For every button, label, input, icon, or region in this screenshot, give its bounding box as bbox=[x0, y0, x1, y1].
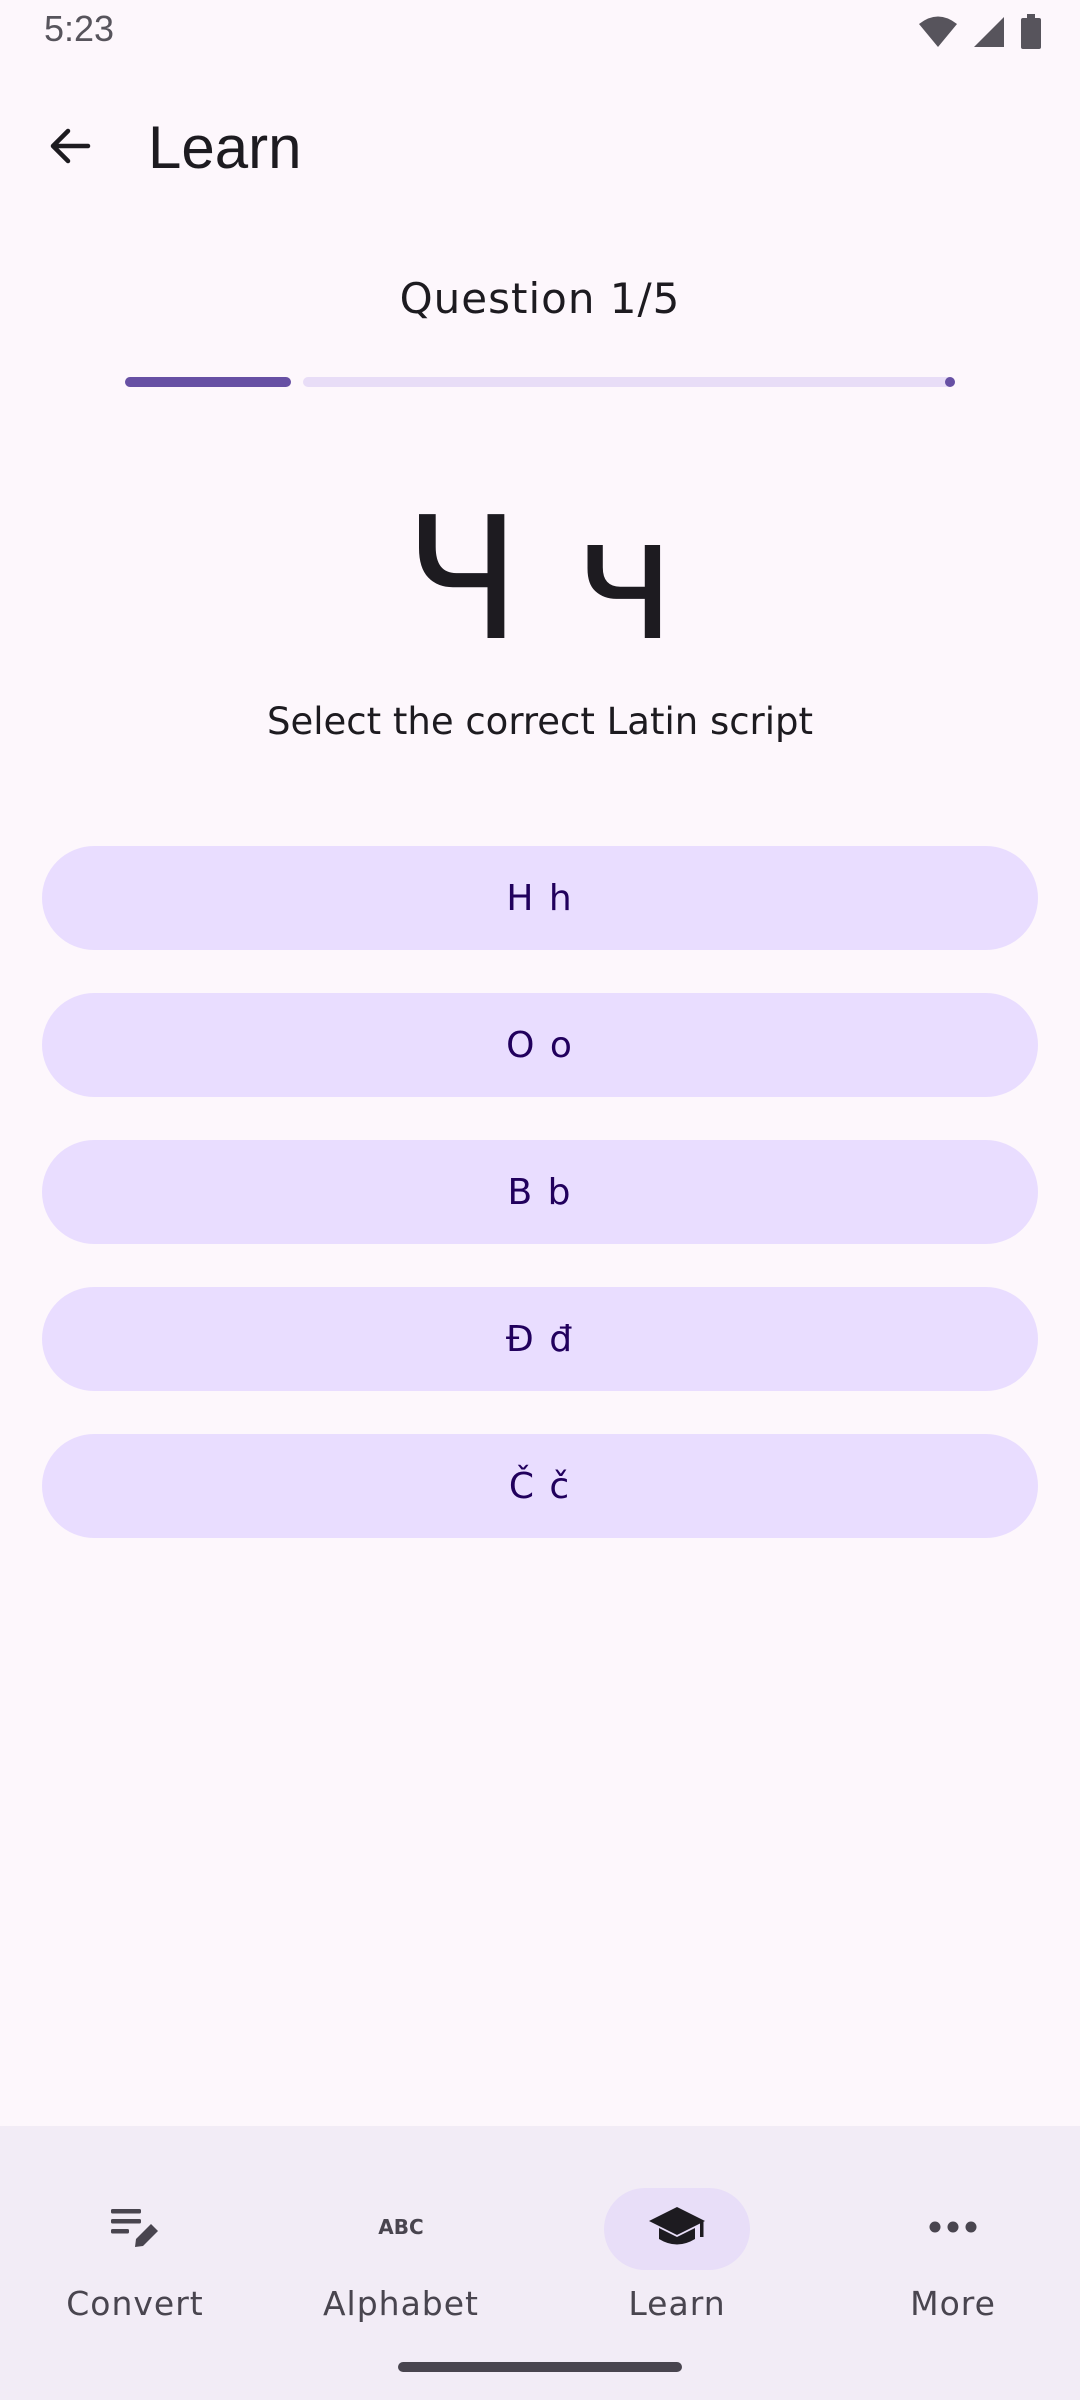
nav-active-indicator bbox=[604, 2188, 750, 2270]
back-button[interactable] bbox=[34, 112, 106, 184]
top-app-bar: Learn bbox=[0, 84, 1080, 212]
nav-icon-container bbox=[62, 2188, 208, 2270]
more-horiz-icon bbox=[929, 2220, 977, 2239]
nav-icon-container: ABC bbox=[328, 2188, 474, 2270]
nav-label-learn: Learn bbox=[628, 2284, 726, 2323]
arrow-back-icon bbox=[46, 122, 94, 175]
progress-stop-indicator bbox=[945, 377, 955, 387]
signal-icon bbox=[972, 15, 1006, 54]
nav-label-more: More bbox=[910, 2284, 996, 2323]
nav-icon-container bbox=[880, 2188, 1026, 2270]
abc-icon: ABC bbox=[375, 2215, 427, 2244]
bottom-navigation-bar: Convert ABC Alphabet Learn More bbox=[0, 2126, 1080, 2400]
nav-label-convert: Convert bbox=[66, 2284, 204, 2323]
answer-options: H h O o B b Đ đ Č č bbox=[42, 846, 1038, 1581]
page-title: Learn bbox=[148, 114, 302, 181]
answer-option-button[interactable]: Đ đ bbox=[42, 1287, 1038, 1391]
status-time: 5:23 bbox=[44, 8, 115, 49]
nav-item-alphabet[interactable]: ABC Alphabet bbox=[266, 2156, 536, 2326]
status-icons bbox=[918, 14, 1042, 55]
learn-screen: 5:23 Learn Question 1/5 Ч ч Select the c… bbox=[0, 0, 1080, 2400]
svg-text:ABC: ABC bbox=[378, 2215, 423, 2239]
nav-item-convert[interactable]: Convert bbox=[0, 2156, 270, 2326]
quiz-progress-bar bbox=[125, 375, 955, 389]
answer-option-button[interactable]: B b bbox=[42, 1140, 1038, 1244]
nav-label-alphabet: Alphabet bbox=[322, 2284, 480, 2323]
quiz-instruction: Select the correct Latin script bbox=[266, 700, 814, 743]
status-bar: 5:23 bbox=[0, 0, 1080, 62]
progress-track bbox=[303, 377, 955, 387]
wifi-icon bbox=[918, 15, 958, 54]
question-counter: Question 1/5 bbox=[399, 274, 681, 323]
nav-item-learn[interactable]: Learn bbox=[542, 2156, 812, 2326]
nav-item-more[interactable]: More bbox=[818, 2156, 1080, 2326]
battery-icon bbox=[1020, 14, 1042, 55]
progress-indicator bbox=[125, 377, 291, 387]
answer-option-button[interactable]: O o bbox=[42, 993, 1038, 1097]
answer-option-button[interactable]: H h bbox=[42, 846, 1038, 950]
school-icon bbox=[647, 2203, 707, 2256]
cyrillic-letter: Ч ч bbox=[404, 481, 676, 679]
convert-icon bbox=[109, 2203, 161, 2256]
answer-option-button[interactable]: Č č bbox=[42, 1434, 1038, 1538]
gesture-navigation-bar[interactable] bbox=[398, 2362, 682, 2372]
